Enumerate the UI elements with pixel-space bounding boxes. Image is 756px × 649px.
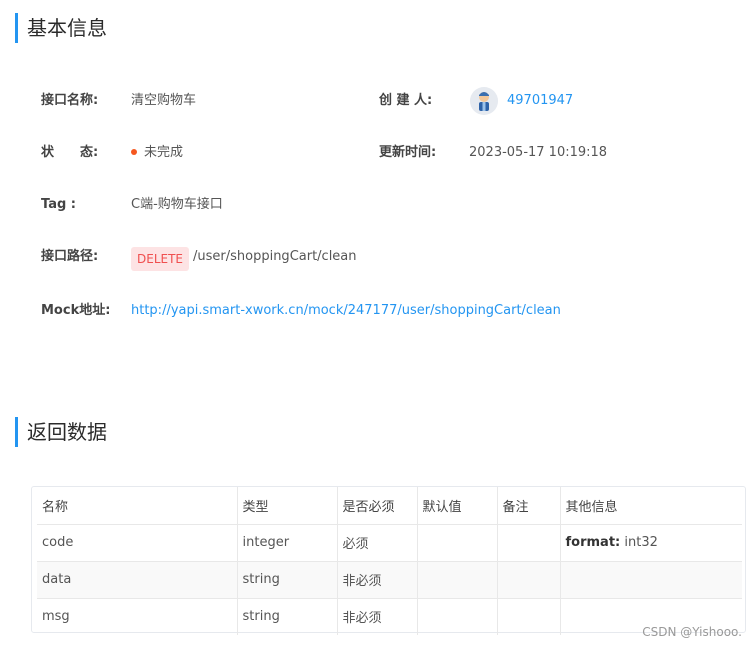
cell-name: data (37, 561, 238, 598)
path-label: 接口路径: (41, 249, 99, 264)
cell-default (417, 598, 498, 635)
column-header-name: 名称 (37, 487, 238, 525)
method-badge: DELETE (131, 247, 190, 271)
cell-required: 非必须 (337, 561, 418, 598)
cell-other (560, 561, 742, 598)
status-label: 状 态: (41, 145, 99, 160)
return-data-title: 返回数据 (15, 417, 107, 447)
table-header-row: 名称 类型 是否必须 默认值 备注 其他信息 (37, 487, 742, 525)
cell-name: msg (37, 598, 238, 635)
basic-info-title: 基本信息 (15, 13, 107, 43)
cell-default (417, 561, 498, 598)
return-data-table: 名称 类型 是否必须 默认值 备注 其他信息 code integer 必须 f… (31, 486, 746, 635)
cell-type: string (237, 561, 338, 598)
column-header-remark: 备注 (497, 487, 561, 525)
cell-required: 非必须 (337, 598, 418, 635)
cell-type: string (237, 598, 338, 635)
column-header-default: 默认值 (417, 487, 498, 525)
tag-value: C端-购物车接口 (131, 197, 223, 212)
creator-link[interactable]: 49701947 (507, 90, 573, 112)
tag-label: Tag : (41, 197, 76, 212)
updated-time-label: 更新时间: (379, 145, 437, 160)
cell-default (417, 524, 498, 561)
path-value: /user/shoppingCart/clean (193, 249, 357, 264)
format-key: format: (565, 535, 621, 550)
status-dot-icon (131, 148, 137, 155)
cell-remark (497, 598, 561, 635)
column-header-type: 类型 (237, 487, 338, 525)
cell-required: 必须 (337, 524, 418, 561)
cell-remark (497, 561, 561, 598)
csdn-watermark: CSDN @Yishooo. (642, 625, 742, 639)
format-value: int32 (620, 535, 658, 550)
cell-type: integer (237, 524, 338, 561)
column-header-other: 其他信息 (560, 487, 742, 525)
creator-avatar[interactable] (470, 87, 498, 115)
status-text: 未完成 (144, 145, 184, 160)
creator-label: 创 建 人: (379, 93, 433, 108)
cell-remark (497, 524, 561, 561)
cell-other: format: int32 (560, 524, 742, 561)
status-value: 未完成 (131, 142, 183, 164)
table-row[interactable]: code integer 必须 format: int32 (37, 524, 742, 561)
mock-url-link[interactable]: http://yapi.smart-xwork.cn/mock/247177/u… (131, 300, 561, 322)
updated-time-value: 2023-05-17 10:19:18 (469, 145, 608, 160)
interface-name-value: 清空购物车 (131, 93, 197, 108)
mock-label: Mock地址: (41, 303, 111, 318)
interface-name-label: 接口名称: (41, 93, 99, 108)
user-avatar-icon (470, 87, 498, 115)
table-row[interactable]: msg string 非必须 (37, 598, 742, 635)
cell-name: code (37, 524, 238, 561)
column-header-required: 是否必须 (337, 487, 418, 525)
table-row[interactable]: data string 非必须 (37, 561, 742, 598)
